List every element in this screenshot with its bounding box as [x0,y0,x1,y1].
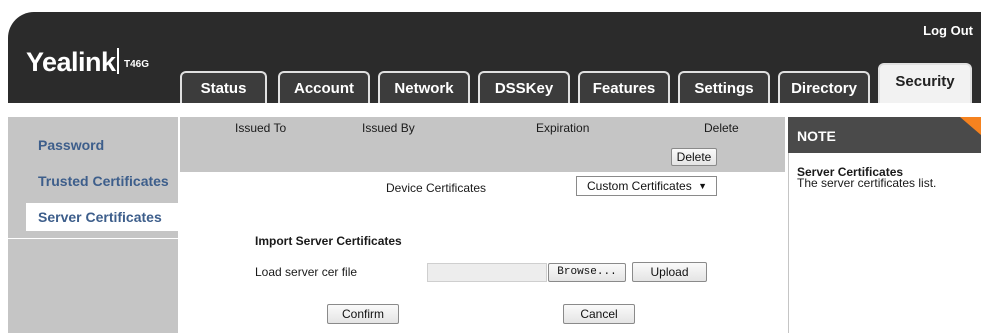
tab-dsskey[interactable]: DSSKey [478,71,570,105]
column-issued-by: Issued By [362,121,415,135]
confirm-button[interactable]: Confirm [327,304,399,324]
note-title: NOTE [797,128,836,144]
device-certificates-value: Custom Certificates [587,179,692,193]
sidebar-divider [8,238,178,239]
brand-logo: Yealink [26,47,116,77]
import-heading: Import Server Certificates [255,234,402,248]
upload-button[interactable]: Upload [632,262,707,282]
note-corner-accent [960,117,981,135]
tab-features[interactable]: Features [578,71,670,105]
column-expiration: Expiration [536,121,590,135]
tab-account[interactable]: Account [278,71,370,105]
web-ui-frame: Yealink T46G Log Out Status Account Netw… [0,0,981,333]
device-certificates-label: Device Certificates [386,181,487,195]
cancel-button[interactable]: Cancel [563,304,635,324]
column-delete: Delete [704,121,739,135]
tab-directory[interactable]: Directory [778,71,870,105]
load-file-label: Load server cer file [255,265,358,279]
note-description: The server certificates list. [797,176,937,190]
sidebar-item-password[interactable]: Password [38,137,104,153]
sidebar-item-server-certificates[interactable]: Server Certificates [38,209,162,225]
tab-status[interactable]: Status [180,71,267,105]
device-certificates-select[interactable]: Custom Certificates ▼ [576,176,717,196]
logout-link[interactable]: Log Out [923,23,973,38]
model-label: T46G [124,59,150,70]
column-issued-to: Issued To [235,121,287,135]
delete-button[interactable]: Delete [671,148,717,166]
tab-settings[interactable]: Settings [678,71,770,105]
tab-security[interactable]: Security [878,63,972,103]
chevron-down-icon: ▼ [698,181,707,191]
tab-network[interactable]: Network [378,71,470,105]
logo-separator [117,48,119,74]
browse-button[interactable]: Browse... [548,263,626,282]
file-path-input[interactable] [427,263,547,282]
sidebar-item-trusted-certificates[interactable]: Trusted Certificates [38,173,169,189]
